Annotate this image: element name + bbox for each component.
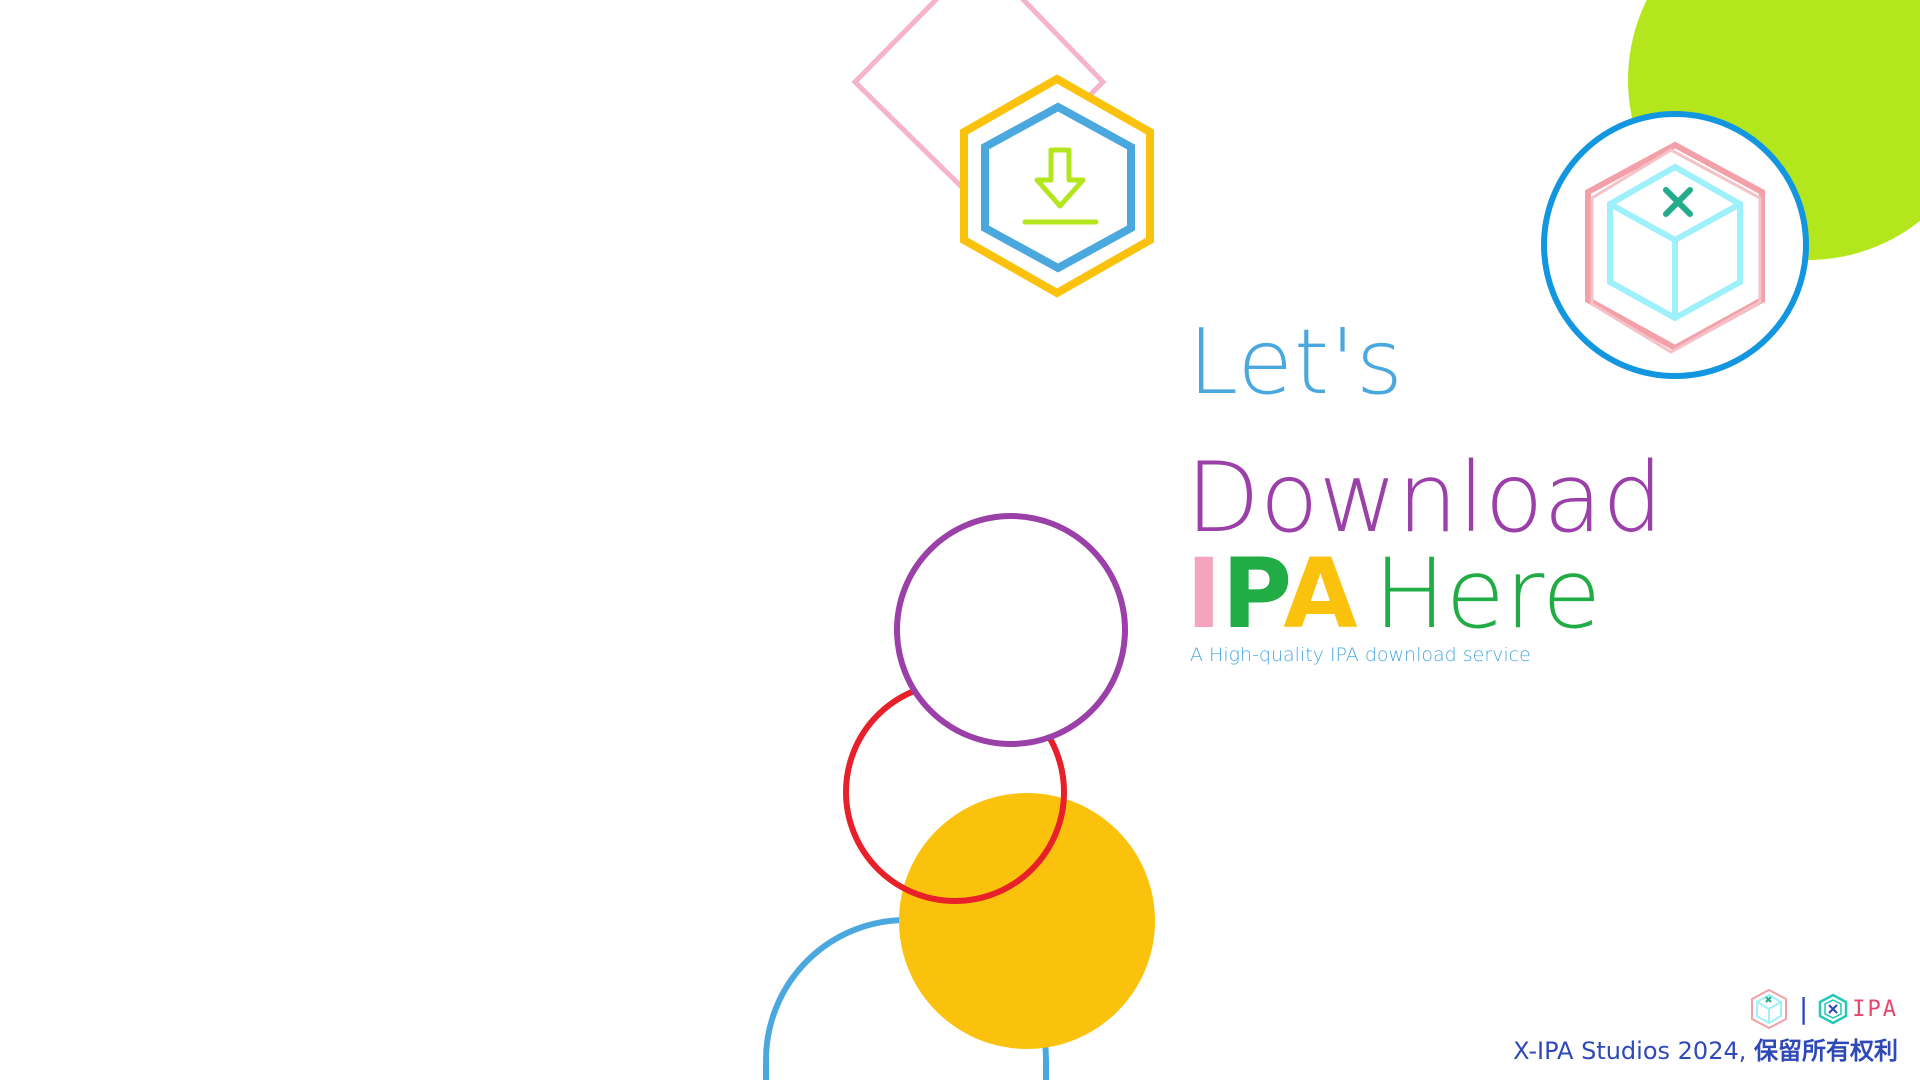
hero-line-lets: Let's [1188, 310, 1404, 415]
box-x-icon[interactable] [1541, 111, 1809, 379]
purple-ring-shape [894, 513, 1128, 747]
ipa-letter-a: A [1283, 538, 1358, 650]
copyright-prefix: X-IPA Studios 2024, [1513, 1037, 1747, 1065]
landing-page: Let's Download IPA Here A High-quality IP… [0, 0, 1920, 1080]
download-icon[interactable] [960, 74, 1154, 298]
hero-word-here: Here [1373, 538, 1602, 650]
copyright-text: X-IPA Studios 2024, 保留所有权利 [1513, 1031, 1898, 1066]
footer-separator: | [1798, 992, 1809, 1025]
footer-brand-text: IPA [1852, 996, 1898, 1022]
brand-box-icon[interactable] [1749, 988, 1789, 1030]
yellow-circle-shape [899, 793, 1155, 1049]
ipa-letter-p: P [1221, 538, 1284, 650]
footer-brand[interactable]: IPA [1818, 993, 1898, 1025]
hero-line-download: Download [1186, 442, 1664, 554]
hero-tagline: A High-quality IPA download service [1190, 644, 1531, 666]
brand-hex-x-icon [1819, 993, 1848, 1025]
hero-line-ipa-here: IPA Here [1186, 546, 1601, 642]
copyright-reserved: 保留所有权利 [1754, 1037, 1898, 1065]
footer-logos: | IPA [1749, 988, 1898, 1030]
ipa-letter-i: I [1186, 538, 1222, 650]
